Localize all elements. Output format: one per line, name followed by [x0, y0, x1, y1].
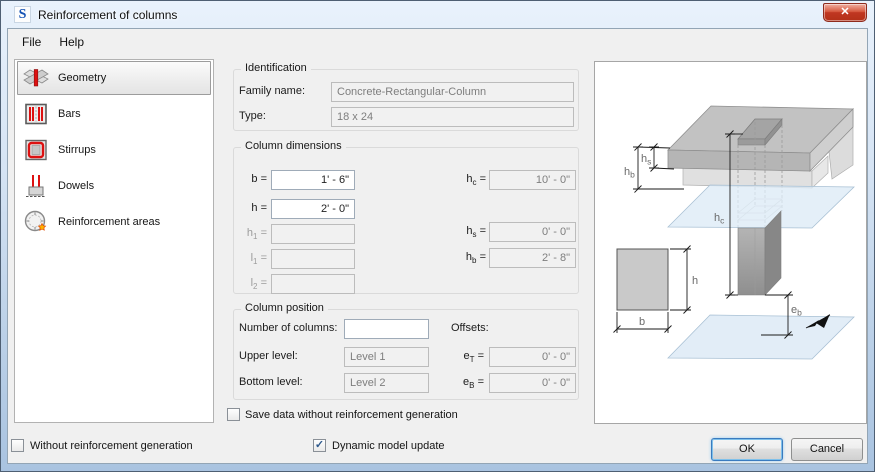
group-title: Column dimensions: [241, 140, 346, 152]
dynamic-update-checkbox[interactable]: ✓: [313, 439, 326, 452]
upper-level-plane: [667, 184, 855, 229]
sidebar-item-geometry[interactable]: Geometry: [17, 61, 211, 95]
offsets-label: Offsets:: [451, 322, 489, 334]
sidebar-item-dowels[interactable]: Dowels: [17, 169, 211, 203]
sidebar-item-stirrups[interactable]: Stirrups: [17, 133, 211, 167]
sidebar-item-label: Reinforcement areas: [58, 216, 161, 228]
diagram-label-eb: eb: [791, 304, 802, 318]
diagram-label-b: b: [639, 316, 645, 328]
dim-label-hs: hs =: [466, 225, 486, 240]
sidebar-item-label: Geometry: [58, 72, 107, 84]
family-name-field: Concrete-Rectangular-Column: [331, 82, 574, 102]
menu-bar: File Help: [13, 32, 93, 52]
dowels-icon: [23, 173, 49, 199]
diagram-label-h: h: [692, 275, 698, 287]
menu-file[interactable]: File: [13, 32, 50, 52]
number-of-columns-field[interactable]: [344, 319, 429, 339]
diagram-label-hb: hb: [624, 166, 635, 180]
bottom-level-label: Bottom level:: [239, 376, 303, 388]
dim-field-hb: 2' - 8": [489, 248, 576, 268]
dim-label-h: h =: [251, 202, 267, 214]
dim-field-b[interactable]: 1' - 6": [271, 170, 355, 190]
section-rectangle: [616, 248, 669, 311]
upper-level-field: Level 1: [344, 347, 429, 367]
dim-field-l2: [271, 274, 355, 294]
dim-field-hs: 0' - 0": [489, 222, 576, 242]
dim-label-h1: h1 =: [246, 227, 267, 242]
dim-label-hb: hb =: [465, 251, 486, 266]
column-front-face: [737, 227, 766, 296]
dim-field-l1: [271, 249, 355, 269]
column-diagram-panel: hb hs hc h b eb: [594, 61, 867, 424]
dim-field-h[interactable]: 2' - 0": [271, 199, 355, 219]
group-title: Column position: [241, 302, 328, 314]
sidebar-item-label: Stirrups: [58, 144, 96, 156]
column-diagram: hb hs hc h b eb: [613, 105, 855, 360]
dim-label-b: b =: [251, 173, 267, 185]
dim-label-hc: hc =: [466, 173, 486, 188]
without-generation-checkbox[interactable]: [11, 439, 24, 452]
dim-field-h1: [271, 224, 355, 244]
reinforcement-areas-icon: [23, 209, 49, 235]
offset-et-field: 0' - 0": [489, 347, 576, 367]
window-title: Reinforcement of columns: [38, 8, 178, 22]
app-icon: S: [14, 6, 31, 23]
offset-eb-field: 0' - 0": [489, 373, 576, 393]
dim-label-l2: l2 =: [250, 277, 267, 292]
offset-et-label: eT =: [463, 350, 484, 365]
category-sidebar: Geometry Bars Stirrups Dowels Reinforcem…: [14, 59, 214, 423]
title-bar[interactable]: S Reinforcement of columns ✕: [1, 1, 874, 28]
close-button[interactable]: ✕: [823, 3, 867, 22]
ok-button[interactable]: OK: [711, 438, 783, 461]
stirrups-icon: [23, 137, 49, 163]
type-label: Type:: [239, 110, 266, 122]
sidebar-item-reinforcement-areas[interactable]: Reinforcement areas: [17, 205, 211, 239]
save-data-checkbox-label: Save data without reinforcement generati…: [245, 409, 458, 421]
sidebar-item-bars[interactable]: Bars: [17, 97, 211, 131]
diagram-label-hs: hs: [641, 153, 651, 167]
number-of-columns-label: Number of columns:: [239, 322, 338, 334]
group-title: Identification: [241, 62, 311, 74]
family-name-label: Family name:: [239, 85, 306, 97]
offset-eb-label: eB =: [463, 376, 484, 391]
sidebar-item-label: Bars: [58, 108, 81, 120]
dim-label-l1: l1 =: [250, 252, 267, 267]
type-field: 18 x 24: [331, 107, 574, 127]
menu-help[interactable]: Help: [50, 32, 93, 52]
without-generation-checkbox-label: Without reinforcement generation: [30, 440, 193, 452]
bars-icon: [23, 101, 49, 127]
cancel-button[interactable]: Cancel: [791, 438, 863, 461]
upper-level-label: Upper level:: [239, 350, 298, 362]
slab-front-face: [667, 149, 811, 172]
bottom-level-field: Level 2: [344, 373, 429, 393]
dynamic-update-checkbox-label: Dynamic model update: [332, 440, 445, 452]
geometry-icon: [23, 65, 49, 91]
save-data-checkbox[interactable]: [227, 408, 240, 421]
dim-field-hc: 10' - 0": [489, 170, 576, 190]
sidebar-item-label: Dowels: [58, 180, 95, 192]
dialog-reinforcement-of-columns: S Reinforcement of columns ✕ File Help G…: [0, 0, 875, 472]
